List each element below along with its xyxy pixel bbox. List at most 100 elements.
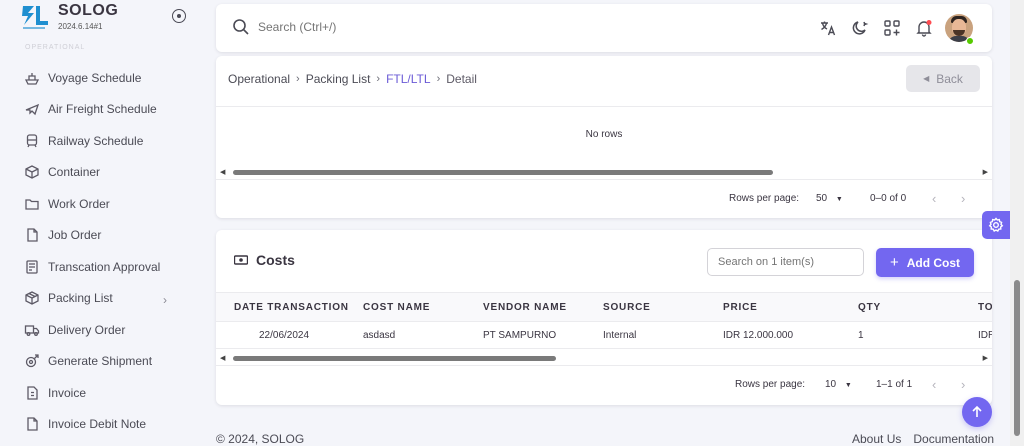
costs-table-header: DATE TRANSACTION COST NAME VENDOR NAME S…	[216, 292, 992, 322]
sidebar-item-invoice[interactable]: Invoice	[0, 377, 199, 409]
breadcrumb-operational[interactable]: Operational	[228, 72, 290, 86]
cell-cost-name: asdasd	[363, 330, 396, 341]
breadcrumb-packing-list[interactable]: Packing List	[306, 72, 371, 86]
add-cost-button[interactable]: + Add Cost	[876, 248, 974, 277]
theme-toggle-icon[interactable]	[850, 18, 870, 38]
translate-icon[interactable]	[818, 18, 838, 38]
costs-search-input[interactable]	[707, 248, 864, 276]
back-button[interactable]: ◀ Back	[906, 65, 980, 92]
scrollbar-thumb[interactable]	[233, 356, 556, 361]
brand[interactable]: SOLOG 2024.6.14#1	[20, 2, 118, 32]
sidebar-item-delivery-order[interactable]: Delivery Order	[0, 314, 199, 346]
costs-card: Costs + Add Cost DATE TRANSACTION COST N…	[216, 230, 992, 405]
sidebar-item-voyage-schedule[interactable]: Voyage Schedule	[0, 62, 199, 94]
scroll-left-icon[interactable]: ◀	[220, 354, 225, 362]
pagination-range: 0–0 of 0	[870, 193, 907, 204]
breadcrumb-separator: ›	[376, 73, 381, 85]
sidebar-item-label: Air Freight Schedule	[48, 102, 157, 117]
caret-down-icon: ▼	[844, 382, 852, 389]
search-icon[interactable]	[232, 18, 250, 36]
sidebar-item-label: Packing List	[48, 291, 113, 306]
sidebar-item-label: Transcation Approval	[48, 259, 161, 274]
column-header[interactable]: DATE TRANSACTION	[234, 302, 349, 313]
sidebar-item-job-order[interactable]: Job Order	[0, 220, 199, 252]
sidebar-item-container[interactable]: Container	[0, 157, 199, 189]
next-page-button[interactable]: ›	[961, 377, 965, 392]
plus-icon: +	[889, 254, 899, 271]
column-header[interactable]: VENDOR NAME	[483, 302, 567, 313]
pagination-range: 1–1 of 1	[876, 379, 913, 390]
costs-table-pagination: Rows per page: 10 ▼ 1–1 of 1 ‹ ›	[216, 377, 992, 399]
sidebar-nav: Voyage Schedule Air Freight Schedule Rai…	[0, 62, 199, 440]
customizer-settings-button[interactable]	[982, 211, 1010, 239]
cash-icon	[234, 255, 248, 265]
column-header[interactable]: TO	[978, 302, 992, 313]
sidebar-item-label: Generate Shipment	[48, 354, 153, 369]
sidebar-item-label: Job Order	[48, 228, 102, 243]
add-cost-label: Add Cost	[906, 255, 961, 270]
breadcrumb: Operational › Packing List › FTL/LTL › D…	[228, 72, 477, 86]
breadcrumb-ftl-ltl[interactable]: FTL/LTL	[386, 72, 430, 86]
gear-icon	[988, 217, 1004, 232]
footer-link-documentation[interactable]: Documentation	[913, 432, 994, 446]
footer-link-about-us[interactable]: About Us	[852, 432, 901, 446]
rows-per-page-select[interactable]: 10 ▼	[825, 379, 852, 390]
top-header	[216, 4, 992, 52]
rows-per-page-select[interactable]: 50 ▼	[816, 193, 843, 204]
sidebar-pin-toggle-icon[interactable]	[172, 9, 186, 23]
cell-total: IDR	[978, 330, 992, 341]
brand-version: 2024.6.14#1	[58, 22, 103, 31]
apps-icon[interactable]	[882, 18, 902, 38]
divider	[216, 106, 992, 107]
folder-icon	[24, 196, 40, 212]
sidebar-item-label: Railway Schedule	[48, 133, 144, 148]
sidebar-item-transcation-approval[interactable]: Transcation Approval	[0, 251, 199, 283]
column-header[interactable]: SOURCE	[603, 302, 651, 313]
sidebar-item-work-order[interactable]: Work Order	[0, 188, 199, 220]
costs-title: Costs	[256, 252, 295, 268]
sidebar-item-label: Container	[48, 165, 101, 180]
next-page-button[interactable]: ›	[961, 191, 965, 206]
previous-page-button[interactable]: ‹	[932, 377, 936, 392]
breadcrumb-separator: ›	[296, 73, 300, 85]
scroll-right-icon[interactable]: ▶	[983, 354, 988, 362]
sidebar-item-label: Work Order	[48, 196, 110, 211]
table-row[interactable]: 22/06/2024 asdasd PT SAMPURNO Internal I…	[216, 322, 992, 349]
arrow-up-icon	[972, 405, 982, 417]
column-header[interactable]: QTY	[858, 302, 881, 313]
column-header[interactable]: COST NAME	[363, 302, 430, 313]
truck-icon	[24, 322, 40, 338]
costs-table-horizontal-scrollbar[interactable]: ◀ ▶	[220, 353, 988, 363]
scrollbar-thumb[interactable]	[1014, 280, 1020, 436]
footer-copyright: © 2024, SOLOG	[216, 432, 305, 446]
package-icon	[24, 290, 40, 306]
column-header[interactable]: PRICE	[723, 302, 758, 313]
scroll-right-icon[interactable]: ▶	[983, 168, 988, 176]
cell-qty: 1	[858, 330, 864, 341]
shipment-icon	[24, 353, 40, 369]
global-search-input[interactable]	[258, 20, 558, 34]
breadcrumb-detail: Detail	[446, 72, 477, 86]
caret-left-icon: ◀	[923, 74, 930, 83]
sidebar-item-packing-list[interactable]: Packing List ›	[0, 283, 199, 315]
scrollbar-thumb[interactable]	[233, 170, 773, 175]
divider	[216, 365, 992, 366]
page-vertical-scrollbar[interactable]	[1010, 0, 1024, 446]
file-icon	[24, 227, 40, 243]
scroll-left-icon[interactable]: ◀	[220, 168, 225, 176]
ship-icon	[24, 70, 40, 86]
cell-vendor-name: PT SAMPURNO	[483, 330, 557, 341]
sidebar-item-railway-schedule[interactable]: Railway Schedule	[0, 125, 199, 157]
chevron-right-icon: ›	[163, 292, 167, 307]
notification-bell-icon[interactable]	[914, 18, 934, 38]
divider	[216, 179, 992, 180]
footer-links: About Us Documentation	[852, 432, 994, 446]
sidebar-item-generate-shipment[interactable]: Generate Shipment	[0, 346, 199, 378]
packing-table-horizontal-scrollbar[interactable]: ◀ ▶	[220, 167, 988, 177]
sidebar-item-air-freight-schedule[interactable]: Air Freight Schedule	[0, 94, 199, 126]
scroll-to-top-button[interactable]	[962, 397, 992, 427]
previous-page-button[interactable]: ‹	[932, 191, 936, 206]
receipt-icon	[24, 259, 40, 275]
sidebar: SOLOG 2024.6.14#1 OPERATIONAL Voyage Sch…	[0, 0, 199, 446]
sidebar-item-invoice-debit-note[interactable]: Invoice Debit Note	[0, 409, 199, 441]
